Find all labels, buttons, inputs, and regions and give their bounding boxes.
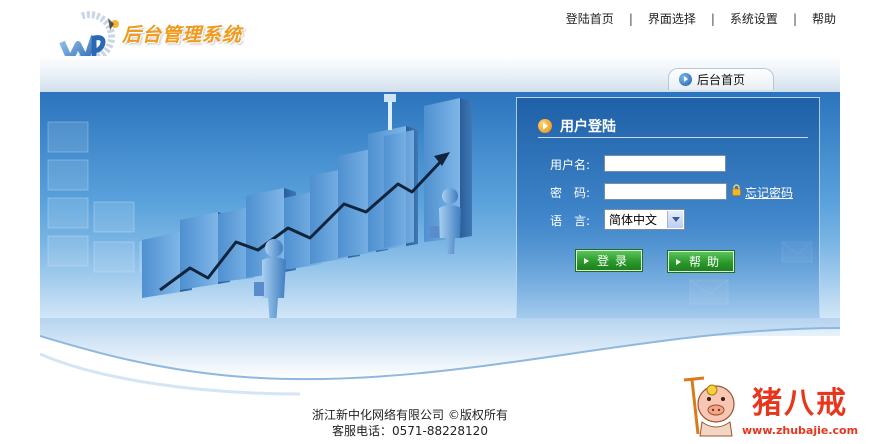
watermark-url: www.zhubajie.com [742, 424, 859, 437]
language-select[interactable]: 简体中文 [604, 209, 685, 230]
nav-interface-select[interactable]: 界面选择 [648, 10, 696, 27]
login-divider [538, 137, 808, 138]
nav-system-settings[interactable]: 系统设置 [730, 10, 778, 27]
help-button-label: 帮助 [689, 255, 726, 269]
nav-login-home[interactable]: 登陆首页 [566, 10, 614, 27]
footer-copyright: 浙江新中化网络有限公司 ©版权所有 [312, 408, 508, 422]
language-label: 语 言: [550, 214, 591, 228]
logo-title: 后台管理系统 [122, 24, 243, 46]
nav-help[interactable]: 帮助 [812, 10, 836, 27]
password-input[interactable] [604, 183, 727, 200]
tab-admin-home[interactable]: 后台首页 [668, 68, 774, 90]
login-button[interactable]: 登录 [575, 249, 643, 272]
help-button[interactable]: 帮助 [667, 250, 735, 273]
play-circle-icon [679, 73, 692, 86]
language-select-value: 简体中文 [609, 213, 658, 227]
login-title-text: 用户登陆 [560, 119, 616, 135]
play-icon [584, 257, 589, 264]
tab-admin-home-label: 后台首页 [697, 73, 746, 87]
nav-separator: | [628, 11, 633, 26]
chevron-down-icon[interactable] [667, 211, 683, 228]
logo-emblem-icon [59, 11, 119, 63]
forgot-password-link[interactable]: 忘记密码 [745, 184, 793, 201]
login-button-label: 登录 [597, 254, 634, 268]
arrow-right-icon [538, 119, 552, 133]
lock-icon [732, 184, 741, 196]
nav-separator: | [710, 11, 715, 26]
play-icon [676, 258, 681, 265]
login-title: 用户登陆 [538, 116, 616, 136]
watermark-brand: 猪八戒 [752, 386, 848, 421]
footer-phone: 客服电话：0571-88228120 [332, 424, 488, 438]
username-label: 用户名: [550, 158, 591, 172]
password-label: 密 码: [550, 186, 591, 200]
top-navigation: 登陆首页 | 界面选择 | 系统设置 | 帮助 [566, 10, 836, 27]
nav-separator: | [792, 11, 797, 26]
username-input[interactable] [604, 155, 726, 172]
